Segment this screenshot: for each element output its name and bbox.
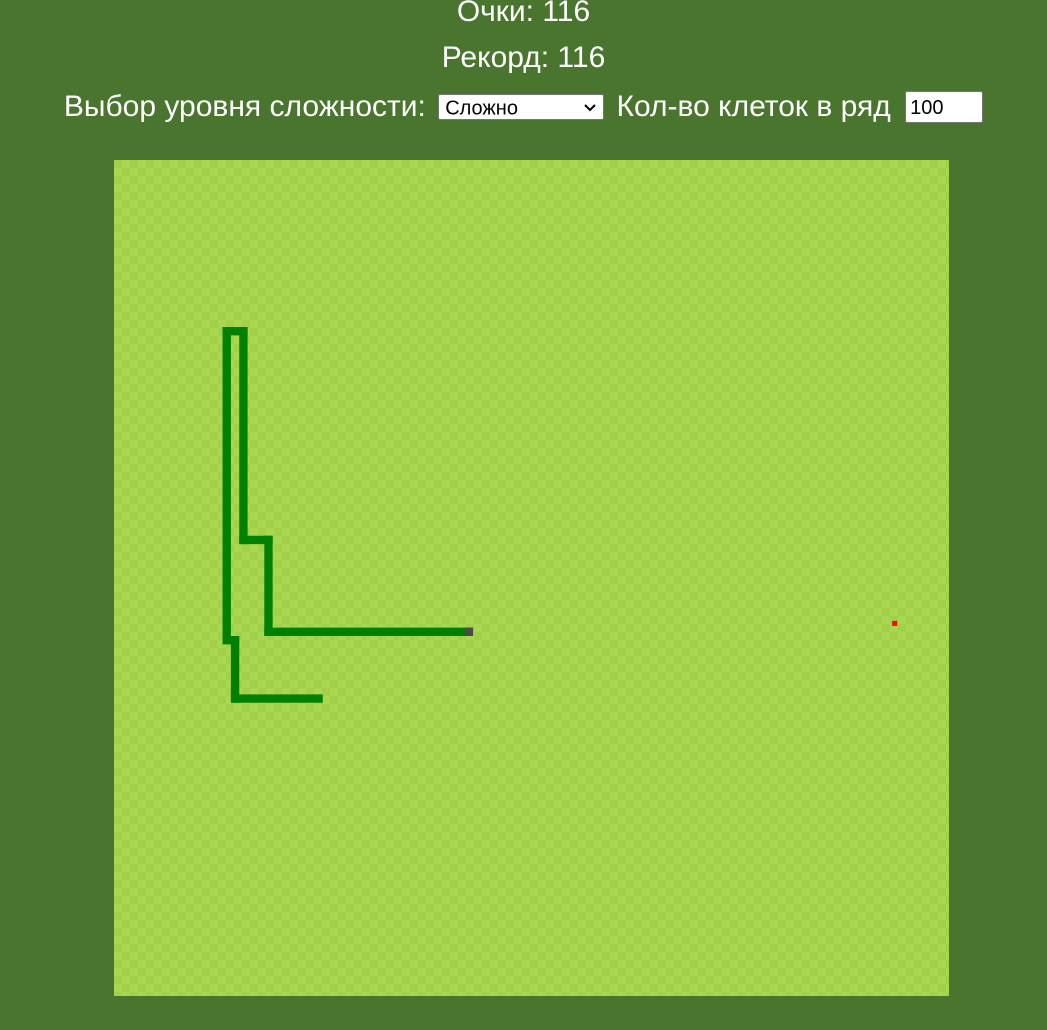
score-label: Очки: 116 [456, 0, 591, 28]
record-label: Рекорд: 116 [441, 41, 606, 74]
chevron-down-icon [584, 104, 596, 112]
difficulty-select[interactable]: Сложно [438, 94, 605, 121]
food-item [892, 620, 898, 626]
controls-row: Выбор уровня сложности: Сложно Кол-во кл… [0, 88, 1047, 125]
game-canvas [222, 327, 898, 703]
difficulty-label: Выбор уровня сложности: [63, 90, 426, 124]
difficulty-selected-value: Сложно [445, 97, 518, 120]
snake-head [464, 627, 474, 636]
cells-per-row-label: Кол-во клеток в ряд [616, 90, 891, 124]
game-board[interactable] [114, 160, 949, 996]
cells-per-row-input[interactable]: 100 [905, 91, 984, 124]
